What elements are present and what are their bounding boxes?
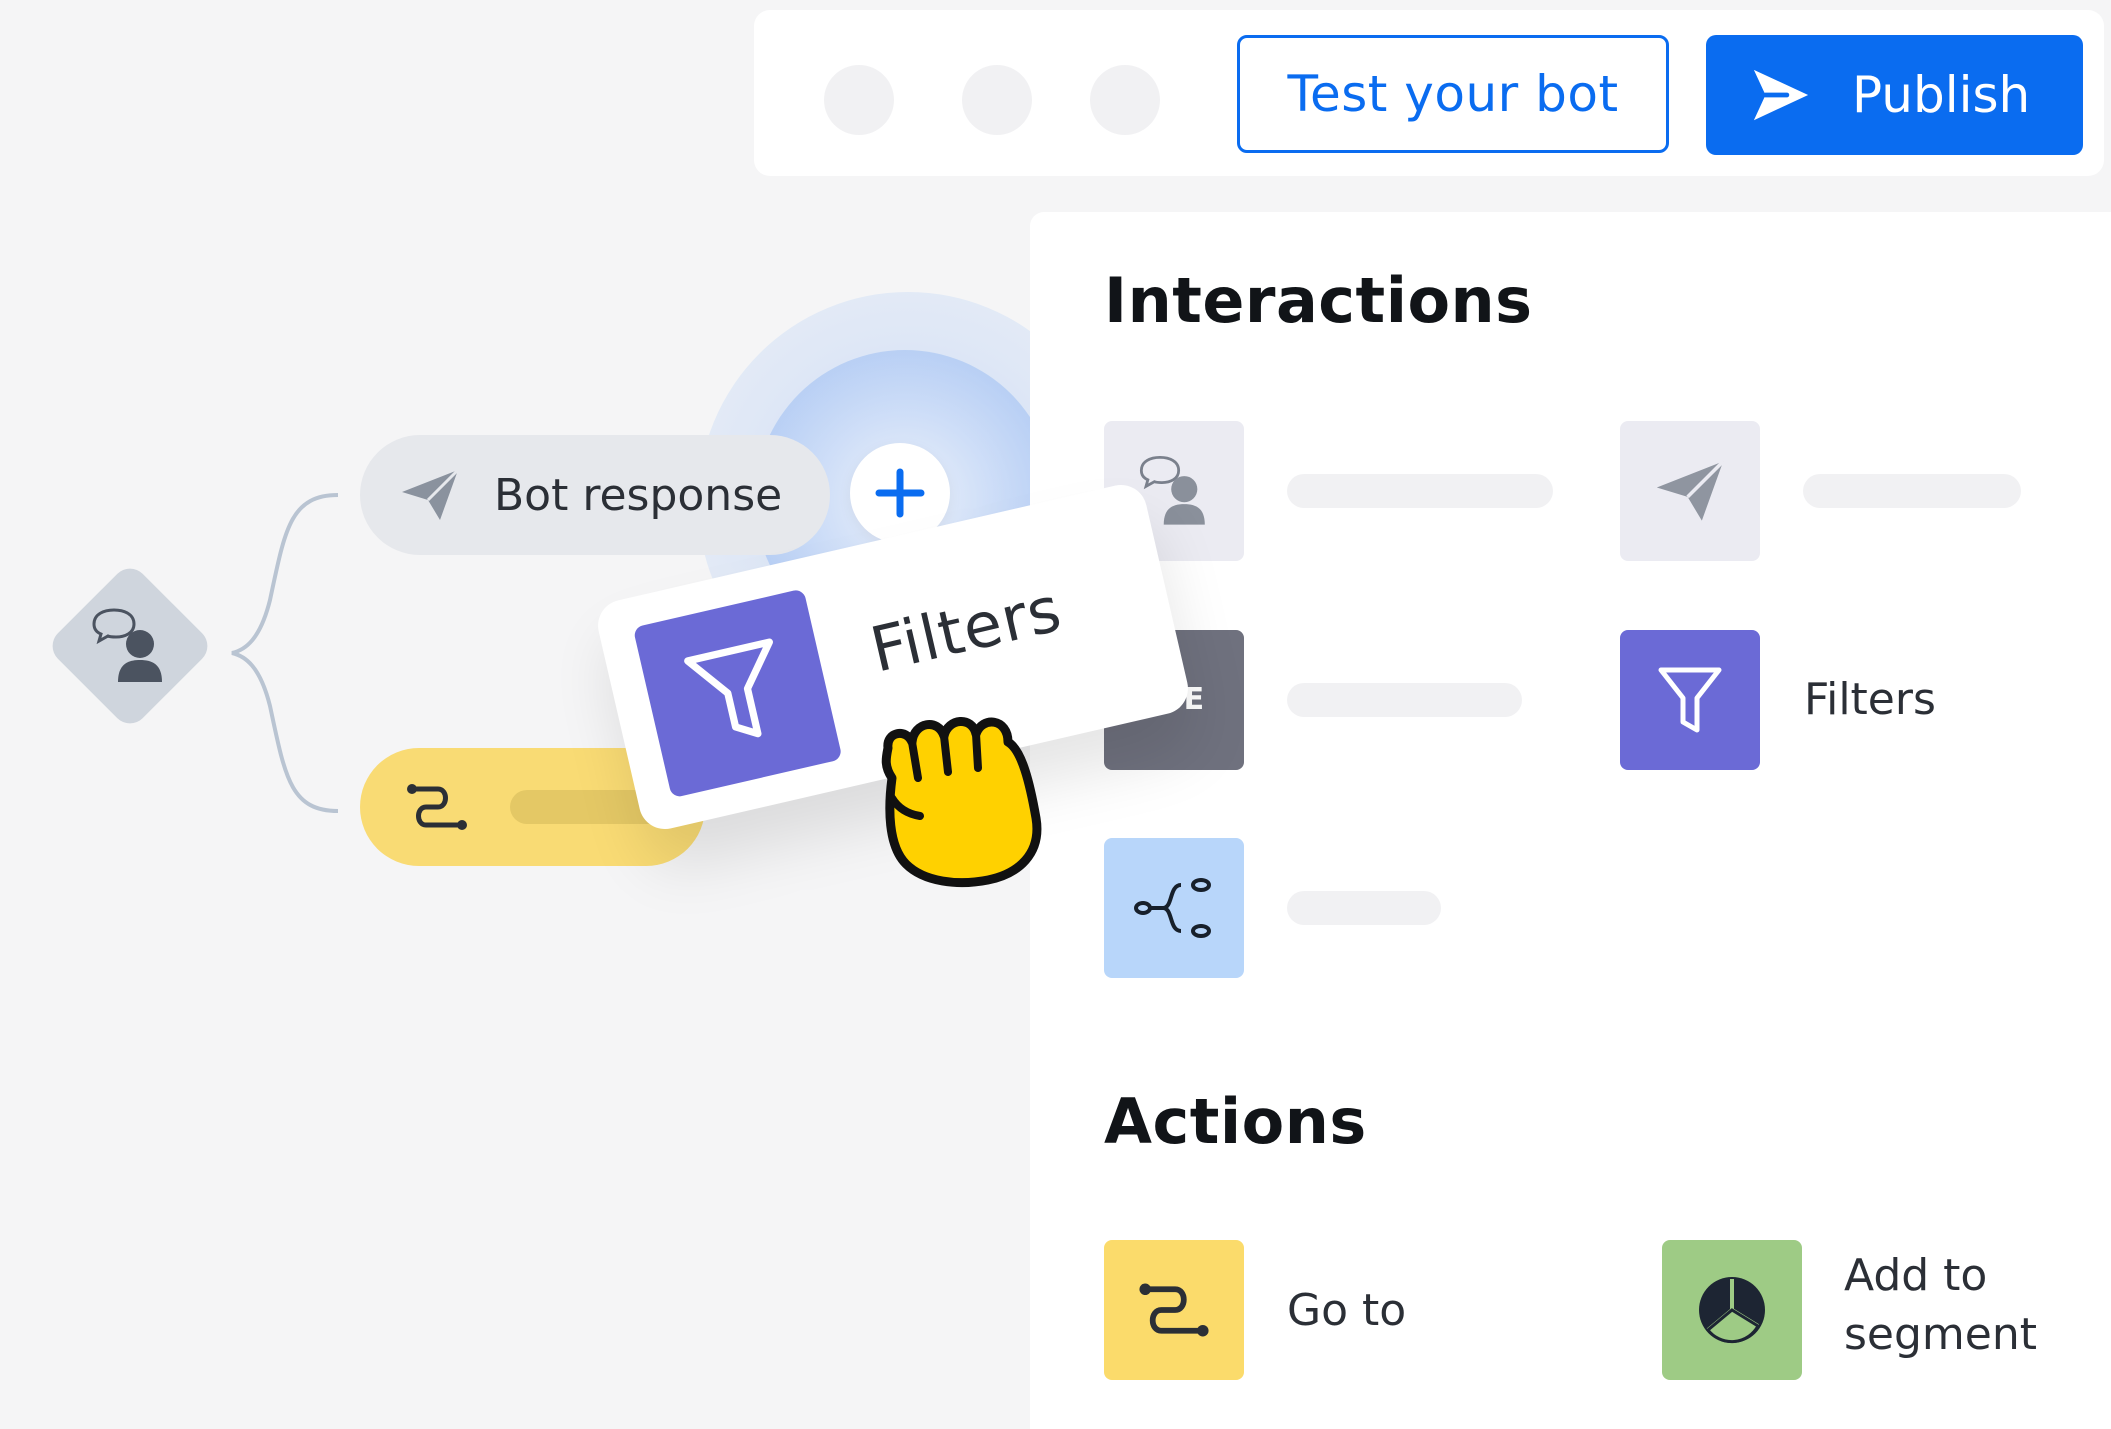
user-chat-icon xyxy=(92,608,162,682)
interaction-placeholder xyxy=(1287,474,1553,508)
branch-connector xyxy=(231,493,339,813)
dragged-card-label: Filters xyxy=(863,572,1069,687)
paper-plane-icon xyxy=(402,468,460,520)
publish-label: Publish xyxy=(1852,66,2031,124)
filter-icon xyxy=(1658,667,1722,733)
publish-button[interactable]: Publish xyxy=(1706,35,2083,155)
pie-chart-icon xyxy=(1699,1277,1765,1344)
bot-response-node[interactable]: Bot response xyxy=(360,435,830,555)
plus-icon xyxy=(875,468,925,518)
segment-label: Add to segment xyxy=(1844,1246,2037,1365)
segment-label-line1: Add to xyxy=(1844,1250,1988,1301)
bot-response-tile[interactable] xyxy=(1620,421,1760,561)
test-bot-button[interactable]: Test your bot xyxy=(1237,35,1669,153)
window-dot xyxy=(1090,65,1160,135)
interaction-placeholder xyxy=(1287,683,1522,717)
paper-plane-icon xyxy=(1656,460,1725,521)
segment-tile[interactable] xyxy=(1662,1240,1802,1380)
route-icon xyxy=(407,784,467,830)
window-dot xyxy=(824,65,894,135)
split-tile[interactable] xyxy=(1104,838,1244,978)
send-icon xyxy=(1753,69,1809,121)
split-icon xyxy=(1134,878,1211,938)
actions-title: Actions xyxy=(1104,1085,1367,1158)
interaction-placeholder xyxy=(1287,891,1441,925)
window-dot xyxy=(962,65,1032,135)
filter-icon xyxy=(683,638,773,737)
segment-label-line2: segment xyxy=(1844,1309,2037,1361)
filters-tile[interactable] xyxy=(1620,630,1760,770)
interaction-placeholder xyxy=(1803,474,2021,508)
goto-label: Go to xyxy=(1287,1285,1407,1336)
filters-tile xyxy=(632,588,843,799)
route-icon xyxy=(1139,1283,1209,1337)
interactions-title: Interactions xyxy=(1104,264,1533,337)
grab-hand-icon xyxy=(881,717,1042,888)
goto-tile[interactable] xyxy=(1104,1240,1244,1380)
bot-response-label: Bot response xyxy=(494,469,783,521)
filters-label: Filters xyxy=(1804,674,1936,725)
